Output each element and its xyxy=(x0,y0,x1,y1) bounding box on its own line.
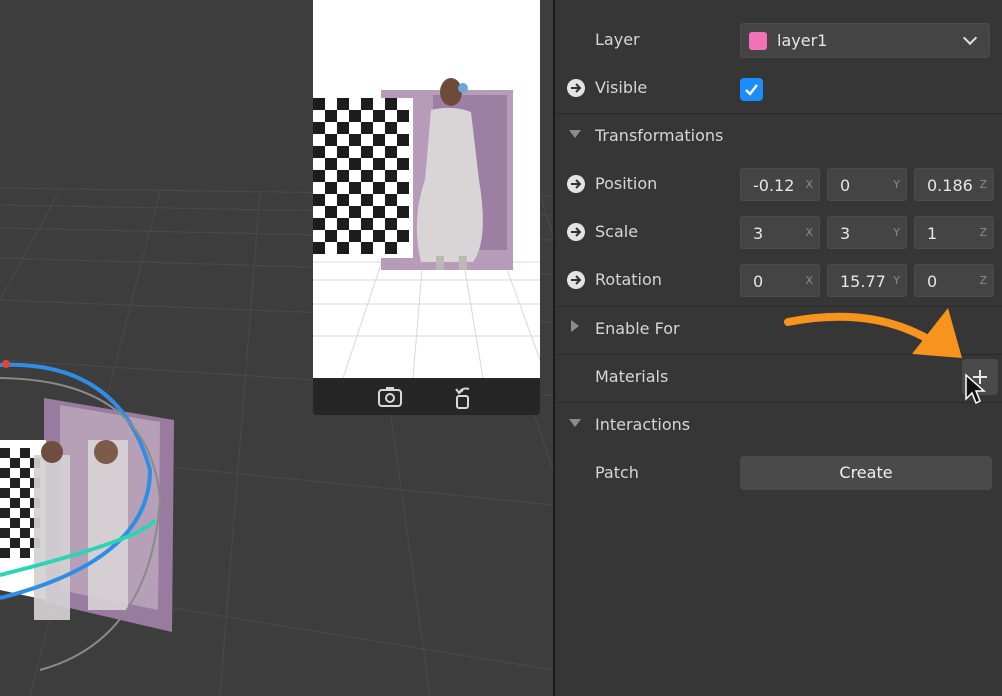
rotation-patch-arrow-icon[interactable] xyxy=(567,271,585,289)
enable-for-label: Enable For xyxy=(595,319,680,338)
scale-patch-arrow-icon[interactable] xyxy=(567,223,585,241)
rotation-row: Rotation 0X 15.77 Y 0Z xyxy=(555,257,1002,305)
rotation-label: Rotation xyxy=(595,270,662,289)
transformations-header[interactable]: Transformations xyxy=(555,113,1002,161)
visible-patch-arrow-icon[interactable] xyxy=(567,79,585,97)
layer-select[interactable]: layer1 xyxy=(740,23,990,58)
preview-scene xyxy=(313,78,540,378)
transformations-label: Transformations xyxy=(595,126,724,145)
scale-x-input[interactable]: 3X xyxy=(740,216,820,249)
layer-color-swatch xyxy=(749,32,767,50)
annotation-arrow xyxy=(784,308,986,405)
layer-label: Layer xyxy=(595,30,640,49)
materials-label: Materials xyxy=(595,367,669,386)
visible-checkbox[interactable] xyxy=(740,78,763,101)
scene-viewport[interactable] xyxy=(0,0,553,696)
rotation-y-input[interactable]: 15.77 Y xyxy=(827,264,907,297)
mouse-cursor-icon xyxy=(965,373,986,405)
switch-camera-icon[interactable] xyxy=(377,384,403,410)
scale-label: Scale xyxy=(595,222,639,241)
scale-y-input[interactable]: 3Y xyxy=(827,216,907,249)
create-patch-button[interactable]: Create xyxy=(740,456,992,490)
layer-row: Layer layer1 xyxy=(555,17,1002,65)
checker-panel xyxy=(0,440,70,620)
position-x-input[interactable]: -0.12 X xyxy=(740,168,820,201)
position-y-input[interactable]: 0Y xyxy=(827,168,907,201)
patch-row: Patch Create xyxy=(555,450,1002,498)
preview-toolbar xyxy=(313,378,540,415)
checkmark-icon xyxy=(745,84,758,96)
rotation-x-input[interactable]: 0X xyxy=(740,264,820,297)
scale-z-input[interactable]: 1Z xyxy=(914,216,994,249)
collapse-triangle-icon xyxy=(569,419,581,427)
expand-triangle-icon xyxy=(571,320,579,332)
position-z-input[interactable]: 0.186 Z xyxy=(914,168,994,201)
preview-screen xyxy=(313,0,540,378)
device-preview xyxy=(313,0,540,415)
chevron-down-icon xyxy=(962,30,978,46)
scale-row: Scale 3X 3Y 1Z xyxy=(555,209,1002,257)
position-label: Position xyxy=(595,174,658,193)
patch-label: Patch xyxy=(595,463,639,482)
position-patch-arrow-icon[interactable] xyxy=(567,175,585,193)
position-row: Position -0.12 X 0Y 0.186 Z xyxy=(555,161,1002,209)
layer-select-value: layer1 xyxy=(777,31,828,50)
rotation-z-input[interactable]: 0Z xyxy=(914,264,994,297)
collapse-triangle-icon xyxy=(569,130,581,138)
rotate-device-icon[interactable] xyxy=(451,384,477,410)
interactions-label: Interactions xyxy=(595,415,691,434)
visible-row: Visible xyxy=(555,65,1002,113)
visible-label: Visible xyxy=(595,78,648,97)
